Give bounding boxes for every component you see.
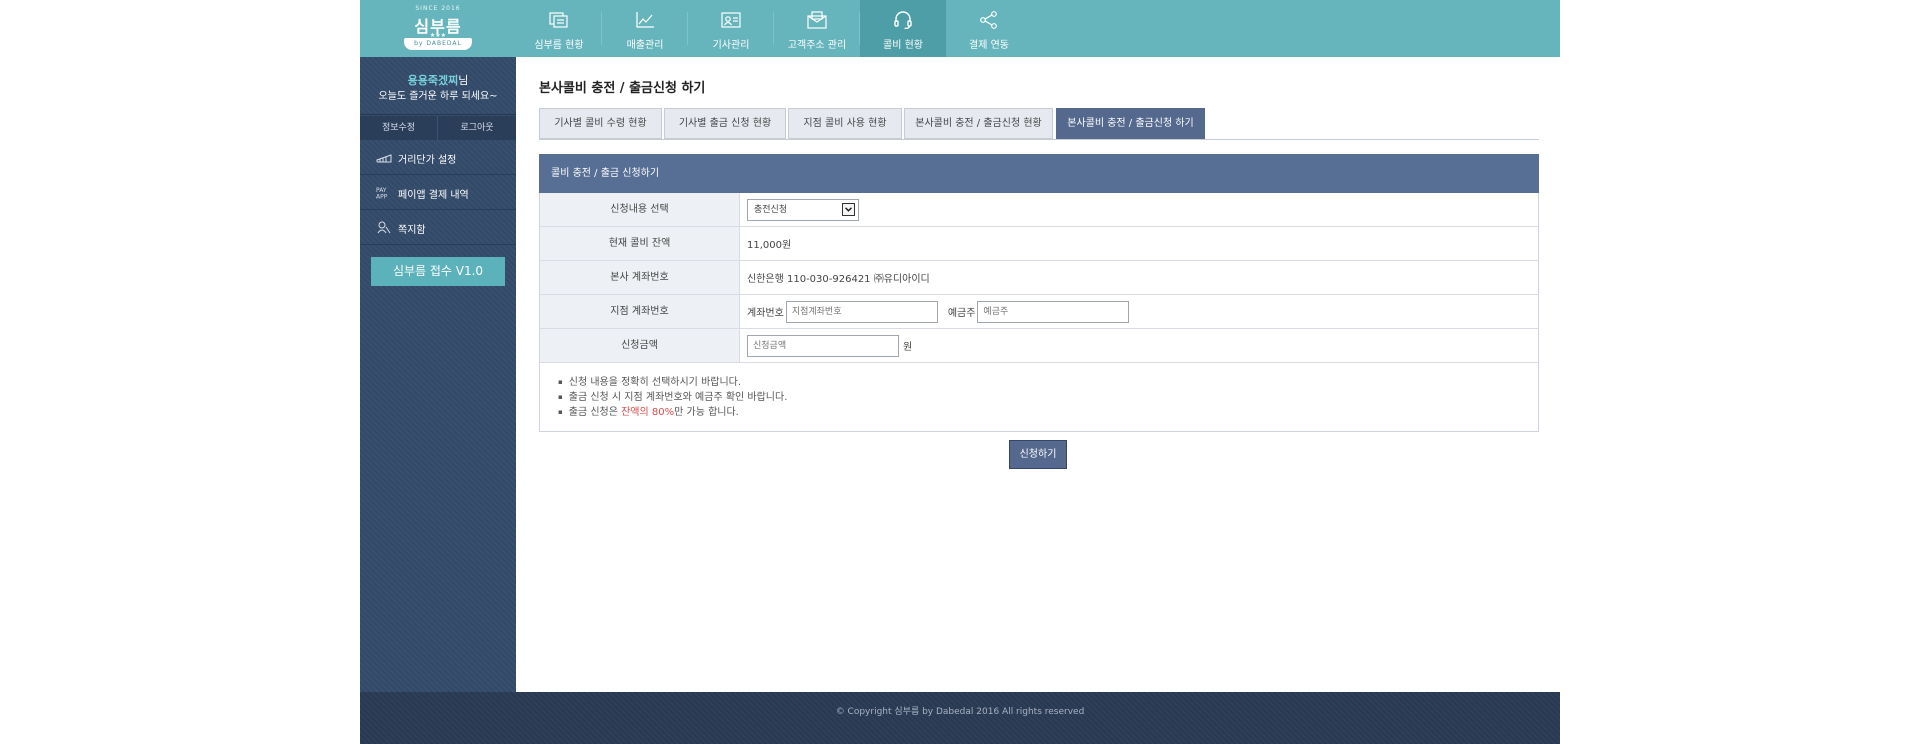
nav-label: 고객주소 관리 (787, 40, 847, 51)
tab-branch-callfee-usage[interactable]: 지점 콜비 사용 현황 (788, 108, 902, 139)
amount-unit: 원 (903, 342, 913, 353)
main-content: 본사콜비 충전 / 출금신청 하기 기사별 콜비 수령 현황 기사별 출금 신청… (516, 57, 1560, 692)
share-icon (980, 11, 997, 29)
user-line: 용용죽겠찌님 (360, 72, 516, 88)
account-number-input[interactable] (785, 300, 938, 323)
notice-text: 만 가능 합니다. (674, 407, 739, 418)
nav-item-payment-link[interactable]: 결제 연동 (946, 0, 1032, 57)
tab-driver-withdraw-requests[interactable]: 기사별 출금 신청 현황 (664, 108, 786, 139)
edit-profile-link[interactable]: 정보수정 (360, 116, 438, 140)
logo-ribbon: by DABEDAL (404, 38, 472, 50)
nav-item-sales[interactable]: 매출관리 (602, 0, 688, 57)
account-links: 정보수정 로그아웃 (360, 116, 516, 140)
user-greeting: 용용죽겠찌님 오늘도 즐거운 하루 되세요~ (360, 57, 516, 115)
copyright-text: © Copyright 심부름 by Dabedal 2016 All righ… (835, 707, 1085, 717)
footer: © Copyright 심부름 by Dabedal 2016 All righ… (360, 692, 1560, 744)
notice-item: 출금 신청은 잔액의 80%만 가능 합니다. (558, 405, 1538, 420)
sidebar-item-label: 쪽지함 (398, 225, 426, 236)
logo[interactable]: SINCE 2016 심부름 ★★★ by DABEDAL (360, 0, 516, 57)
balance-value: 11,000원 (747, 240, 792, 251)
nav-item-drivers[interactable]: 기사관리 (688, 0, 774, 57)
page-title: 본사콜비 충전 / 출금신청 하기 (539, 81, 706, 96)
type-label: 신청내용 선택 (540, 193, 740, 226)
ruler-icon (376, 154, 392, 163)
tab-hq-charge-status[interactable]: 본사콜비 충전 / 출금신청 현황 (904, 108, 1053, 139)
nav-item-errand-status[interactable]: 심부름 현황 (516, 0, 602, 57)
nav-label: 심부름 현황 (534, 40, 584, 51)
form-row-branch-account: 지점 계좌번호 계좌번호 예금주 (540, 295, 1538, 329)
sidebar-item-label: 거리단가 설정 (398, 155, 457, 166)
request-type-value: 충전신청 (754, 204, 788, 215)
tab-driver-callfee-received[interactable]: 기사별 콜비 수령 현황 (539, 108, 662, 139)
envelope-icon (807, 11, 827, 29)
id-card-icon (721, 12, 741, 28)
nav-label: 기사관리 (712, 40, 750, 51)
note-icon (377, 221, 391, 234)
chart-icon (636, 12, 654, 28)
logo-since: SINCE 2016 (415, 5, 461, 12)
form-row-amount: 신청금액 원 (540, 329, 1538, 363)
account-number-label: 계좌번호 (747, 308, 784, 319)
notice-item: 출금 신청 시 지점 계좌번호와 예금주 확인 바랍니다. (558, 390, 1538, 405)
payapp-icon: PAY APP (376, 187, 388, 200)
logout-link[interactable]: 로그아웃 (438, 116, 516, 140)
account-holder-input[interactable] (977, 300, 1130, 323)
svg-text:APP: APP (376, 194, 388, 200)
greeting-message: 오늘도 즐거운 하루 되세요~ (378, 91, 498, 102)
request-type-select[interactable]: 충전신청 (747, 198, 859, 221)
top-header: SINCE 2016 심부름 ★★★ by DABEDAL 심부름 현황 매출관… (360, 0, 1560, 57)
sidebar-item-label: 페이앱 결제 내역 (398, 190, 469, 201)
panel-title: 콜비 충전 / 출금 신청하기 (539, 154, 1539, 193)
nav-item-customer-address[interactable]: 고객주소 관리 (774, 0, 860, 57)
request-form: 신청내용 선택 충전신청 현재 콜비 잔액 11,000원 본사 계좌번호 신한… (539, 193, 1539, 432)
sidebar-item-payapp-history[interactable]: PAY APP 페이앱 결제 내역 (360, 175, 516, 210)
chevron-down-icon (842, 202, 855, 216)
tab-bar: 기사별 콜비 수령 현황 기사별 출금 신청 현황 지점 콜비 사용 현황 본사… (539, 108, 1539, 140)
submit-request-button[interactable]: 신청하기 (1009, 440, 1067, 469)
nav-label: 매출관리 (626, 40, 664, 51)
amount-input[interactable] (747, 334, 899, 357)
sidebar-item-messages[interactable]: 쪽지함 (360, 210, 516, 245)
balance-label: 현재 콜비 잔액 (540, 227, 740, 260)
amount-label: 신청금액 (540, 329, 740, 362)
page: SINCE 2016 심부름 ★★★ by DABEDAL 심부름 현황 매출관… (360, 0, 1560, 744)
list-icon (549, 12, 568, 28)
sidebar: 용용죽겠찌님 오늘도 즐거운 하루 되세요~ 정보수정 로그아웃 거리단가 설정… (360, 57, 516, 692)
errand-intake-button[interactable]: 심부름 접수 V1.0 (371, 257, 505, 286)
form-row-balance: 현재 콜비 잔액 11,000원 (540, 227, 1538, 261)
form-row-type: 신청내용 선택 충전신청 (540, 193, 1538, 227)
hq-account-value: 신한은행 110-030-926421 ㈜유디아이디 (747, 274, 930, 285)
nav-label: 콜비 현황 (883, 40, 923, 51)
notice-text: 출금 신청은 (568, 407, 622, 418)
headset-icon (894, 11, 912, 29)
user-name: 용용죽겠찌 (407, 74, 459, 87)
user-suffix: 님 (458, 74, 469, 87)
hq-account-label: 본사 계좌번호 (540, 261, 740, 294)
branch-account-label: 지점 계좌번호 (540, 295, 740, 328)
form-row-hq-account: 본사 계좌번호 신한은행 110-030-926421 ㈜유디아이디 (540, 261, 1538, 295)
notice-highlight: 잔액의 80% (621, 407, 675, 418)
tab-hq-charge-request[interactable]: 본사콜비 충전 / 출금신청 하기 (1056, 108, 1205, 139)
notice-list: 신청 내용을 정확히 선택하시기 바랍니다. 출금 신청 시 지점 계좌번호와 … (540, 363, 1538, 431)
nav-item-callfee-status[interactable]: 콜비 현황 (860, 0, 946, 57)
notice-item: 신청 내용을 정확히 선택하시기 바랍니다. (558, 375, 1538, 390)
account-holder-label: 예금주 (947, 308, 976, 319)
sidebar-item-distance-rate[interactable]: 거리단가 설정 (360, 140, 516, 175)
nav-label: 결제 연동 (969, 40, 1009, 51)
main-nav: 심부름 현황 매출관리 기사관리 고객주소 관리 콜비 현황 결제 연동 (516, 0, 1032, 57)
